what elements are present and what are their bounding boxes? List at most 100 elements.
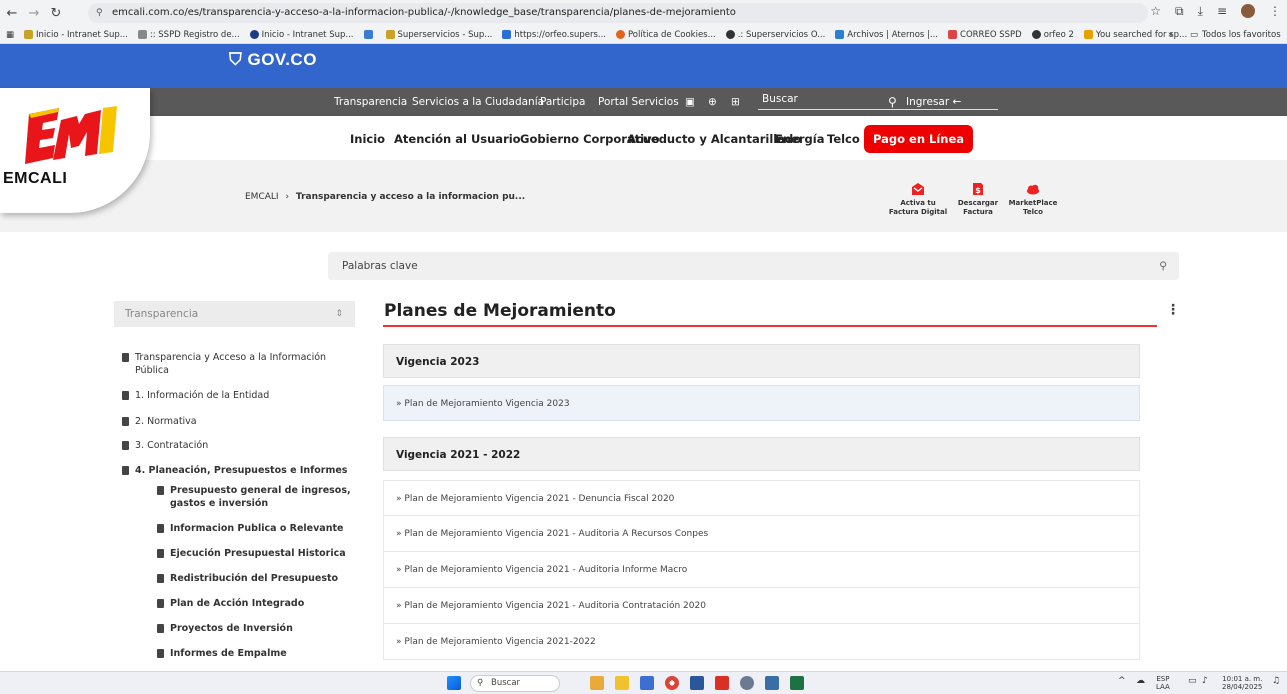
quick-link-factura-digital[interactable]: Activa tu Factura Digital (888, 182, 948, 217)
teams-icon[interactable] (640, 676, 654, 690)
sidebar-subitem[interactable]: Presupuesto general de ingresos, gastos e… (157, 484, 351, 510)
em-logo-icon (25, 106, 117, 164)
sign-language-icon[interactable]: ▣ (685, 96, 695, 108)
site-info-icon[interactable]: ⚲ (96, 3, 103, 23)
apps-icon[interactable]: ▦ (6, 30, 14, 40)
bookmark-item[interactable]: Archivos | Aternos |... (835, 30, 938, 40)
bookmark-item[interactable]: :: SSPD Registro de... (137, 30, 240, 40)
search-icon[interactable]: ⚲ (1159, 252, 1167, 280)
pago-en-linea-button[interactable]: Pago en Línea (864, 125, 974, 153)
file-explorer-icon[interactable] (615, 676, 629, 690)
menu-icon[interactable]: ⋮ (1269, 4, 1281, 19)
nav-telco[interactable]: Telco (827, 132, 860, 146)
media-icon[interactable]: ≡ (1217, 4, 1227, 19)
globe-icon[interactable]: ⊕ (708, 96, 717, 108)
document-icon (157, 524, 164, 533)
nav-energia[interactable]: Energía (775, 132, 824, 146)
list-item[interactable]: » Plan de Mejoramiento Vigencia 2021-202… (383, 624, 1140, 660)
bookmark-item[interactable]: Política de Cookies... (615, 30, 716, 40)
forward-icon[interactable]: → (24, 6, 44, 21)
login-link[interactable]: Ingresar ← (906, 96, 961, 108)
onedrive-icon[interactable]: ☁ (1136, 677, 1145, 686)
windows-start-icon[interactable] (447, 676, 461, 690)
settings-icon[interactable] (740, 676, 754, 690)
quick-link-descargar-factura[interactable]: $ Descargar Factura (948, 182, 1008, 217)
chevron-right-icon: » (396, 494, 402, 504)
sidebar-subitem[interactable]: Redistribución del Presupuesto (157, 572, 338, 585)
extensions-icon[interactable]: ⧉ (1175, 4, 1184, 19)
sidebar-subitem[interactable]: Proyectos de Inversión (157, 622, 293, 635)
document-icon (157, 649, 164, 658)
all-bookmarks-button[interactable]: ▭ Todos los favoritos (1190, 30, 1281, 40)
sidebar-subitem[interactable]: Ejecución Presupuestal Historica (157, 547, 346, 560)
back-icon[interactable]: ← (2, 6, 22, 21)
address-bar[interactable]: ⚲ emcali.com.co/es/transparencia-y-acces… (88, 3, 1148, 23)
excel-icon[interactable] (790, 676, 804, 690)
bookmark-item[interactable]: Inicio - Intranet Sup... (249, 30, 354, 40)
star-icon[interactable]: ☆ (1150, 4, 1161, 19)
chevron-updown-icon: ⇕ (335, 309, 343, 319)
sidebar-item[interactable]: 1. Información de la Entidad (122, 389, 269, 402)
sidebar-subitem[interactable]: Informacion Publica o Relevante (157, 522, 343, 535)
nav-atencion[interactable]: Atención al Usuario (394, 132, 521, 146)
chevron-right-icon: » (396, 565, 402, 575)
sidebar-item-active[interactable]: 4. Planeación, Presupuestos e Informes (122, 464, 347, 477)
bookmark-item[interactable]: orfeo 2 (1031, 30, 1074, 40)
calculator-icon[interactable] (765, 676, 779, 690)
sidebar-item[interactable]: 2. Normativa (122, 415, 197, 428)
search-icon[interactable]: ⚲ (888, 95, 897, 109)
search-input[interactable]: Buscar (758, 92, 998, 110)
chevron-up-icon[interactable]: ^ (1118, 677, 1126, 686)
list-item[interactable]: » Plan de Mejoramiento Vigencia 2023 (383, 385, 1140, 421)
sidebar-select[interactable]: Transparencia ⇕ (114, 301, 355, 327)
network-icon[interactable]: ▭ (1188, 677, 1197, 686)
word-icon[interactable] (690, 676, 704, 690)
bookmark-item[interactable]: Superservicios - Sup... (385, 30, 492, 40)
list-item[interactable]: » Plan de Mejoramiento Vigencia 2021 - A… (383, 516, 1140, 552)
widgets-icon[interactable] (590, 676, 604, 690)
section-heading[interactable]: Vigencia 2023 (383, 344, 1140, 378)
list-item[interactable]: » Plan de Mejoramiento Vigencia 2021 - D… (383, 480, 1140, 516)
language-indicator[interactable]: ESP LAA (1156, 675, 1170, 691)
top-nav-portal-servicios[interactable]: Portal Servicios (598, 96, 679, 108)
shield-icon: ⛉ (229, 50, 243, 69)
document-icon (157, 574, 164, 583)
brand-name: EMCALI (3, 170, 68, 187)
sidebar-item[interactable]: Transparencia y Acceso a la Información P… (122, 351, 326, 377)
breadcrumb-root[interactable]: EMCALI (245, 192, 279, 202)
sitemap-icon[interactable]: ⊞ (731, 96, 740, 108)
envelope-icon (912, 183, 924, 195)
sidebar-subitem[interactable]: Informes de Empalme (157, 647, 287, 660)
avatar[interactable] (1241, 4, 1255, 18)
list-item[interactable]: » Plan de Mejoramiento Vigencia 2021 - A… (383, 552, 1140, 588)
bookmark-item[interactable]: .: Superservicios O... (725, 30, 825, 40)
more-bookmarks-button[interactable]: » (1168, 30, 1173, 40)
quick-link-marketplace[interactable]: MarketPlace Telco (1003, 182, 1063, 217)
list-item[interactable]: » Plan de Mejoramiento Vigencia 2021 - A… (383, 588, 1140, 624)
gov-logo[interactable]: ⛉ GOV.CO (229, 50, 317, 70)
clock[interactable]: 10:01 a. m. 28/04/2025 (1222, 675, 1262, 691)
bookmark-item[interactable] (363, 30, 376, 39)
document-icon (122, 441, 129, 450)
bookmark-item[interactable]: CORREO SSPD (948, 30, 1022, 40)
section-heading[interactable]: Vigencia 2021 - 2022 (383, 437, 1140, 471)
chrome-icon[interactable] (665, 676, 679, 690)
keyword-search-input[interactable]: Palabras clave ⚲ (328, 252, 1179, 280)
document-icon (122, 417, 129, 426)
more-options-icon[interactable]: ⋮ (1166, 302, 1180, 318)
top-nav-participa[interactable]: Participa (540, 96, 585, 108)
bookmark-item[interactable]: Inicio - Intranet Sup... (24, 30, 128, 40)
bookmark-item[interactable]: https://orfeo.supers... (502, 30, 606, 40)
acrobat-icon[interactable] (715, 676, 729, 690)
top-nav-servicios[interactable]: Servicios a la Ciudadanía (412, 96, 544, 108)
top-nav-transparencia[interactable]: Transparencia (334, 96, 407, 108)
sidebar-item[interactable]: 3. Contratación (122, 439, 208, 452)
nav-inicio[interactable]: Inicio (350, 132, 385, 146)
reload-icon[interactable]: ↻ (46, 6, 66, 21)
taskbar-search[interactable]: ⚲ Buscar (470, 675, 560, 692)
volume-icon[interactable]: ♪ (1202, 677, 1208, 686)
breadcrumb-separator: › (285, 192, 290, 202)
download-icon[interactable]: ⤓ (1198, 4, 1203, 19)
notification-bell-icon[interactable]: ♫ (1272, 677, 1280, 686)
sidebar-subitem[interactable]: Plan de Acción Integrado (157, 597, 304, 610)
